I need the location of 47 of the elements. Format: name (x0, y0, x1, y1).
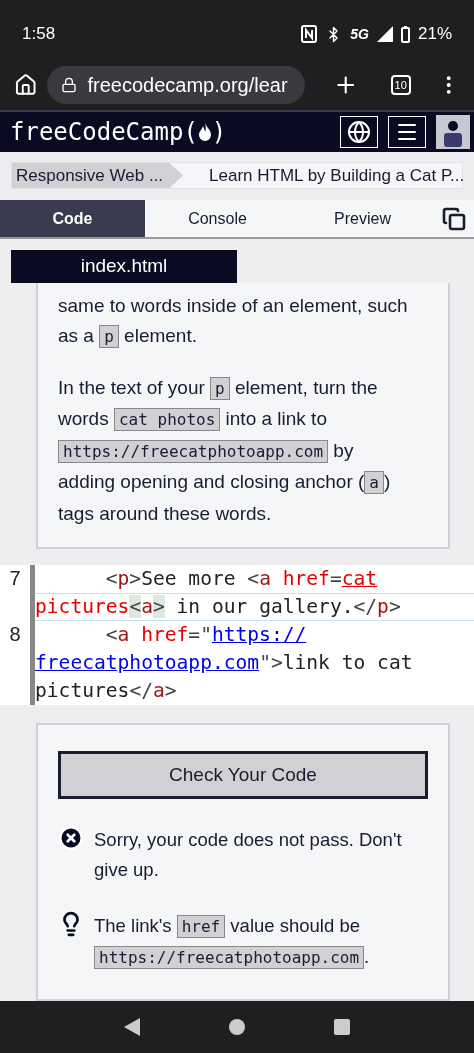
file-tab[interactable]: index.html (11, 250, 237, 283)
code-line: <p>See more <a href=cat (104, 566, 379, 592)
windows-icon[interactable] (442, 206, 466, 231)
address-bar[interactable]: freecodecamp.org/lear (47, 66, 306, 104)
inline-code: https://freecatphotoapp.com (58, 439, 329, 463)
logo-paren: ( (183, 118, 198, 146)
feedback-text: The link's href value should be https://freecatphotoapp.com . (94, 914, 371, 971)
line-number: 8 (8, 622, 22, 647)
tab[interactable]: Code (0, 200, 145, 237)
back-icon[interactable] (124, 1018, 141, 1036)
breadcrumb-link[interactable]: Learn HTML by Building a Cat P... (183, 163, 473, 188)
instruction-text: same to words inside of an element, such as a p element. (58, 293, 409, 350)
breadcrumb-link[interactable]: Responsive Web ... (12, 163, 184, 188)
code-line: pictures<a> in our gallery.</p> (35, 593, 474, 621)
logo-text: freeCodeCamp (10, 118, 184, 146)
feedback-text: Sorry, your code does not pass. Don't give up. (94, 828, 403, 882)
home-icon[interactable] (229, 1019, 245, 1035)
instruction-text: In the text of your p element, turn the words cat photos into a link to https://freecatphotoapp.com by adding opening and closing anchor ( a ) tags around these words. (58, 375, 392, 526)
inline-code: https://freecatphotoapp.com (94, 946, 365, 969)
line-number: 7 (8, 566, 22, 591)
signal-icon (376, 26, 393, 42)
language-button[interactable] (340, 116, 378, 148)
menu-button[interactable] (388, 116, 426, 148)
code-editor[interactable]: 7 <p>See more <a href=cat pictures<a> in our gallery.</p> 8 <a href="https:// freecatphotoapp.com">link to cat pictures</a> (0, 565, 474, 705)
code-line: <a href="https:// (104, 622, 308, 648)
battery-level: 21% (417, 24, 452, 44)
battery-icon (400, 25, 410, 43)
inline-code: p (99, 325, 119, 348)
flame-icon (197, 123, 212, 141)
globe-icon (347, 120, 371, 144)
tab-count[interactable]: 10 (390, 75, 411, 95)
code-line: pictures</a> (35, 678, 178, 704)
code-line: freecatphotoapp.com">link to cat (35, 650, 414, 676)
recents-icon[interactable] (333, 1019, 350, 1035)
inline-code: href (176, 915, 226, 938)
lock-icon (61, 77, 78, 93)
error-icon (58, 825, 84, 851)
inline-code: p (210, 376, 230, 400)
network-type: 5G (350, 26, 369, 42)
check-code-button[interactable]: Check Your Code (58, 751, 428, 799)
inline-code: cat photos (113, 408, 221, 431)
home-icon[interactable] (14, 73, 38, 97)
avatar[interactable] (436, 115, 470, 149)
inline-code: a (364, 471, 384, 494)
clock: 1:58 (22, 24, 56, 44)
logo-paren: ) (211, 118, 227, 146)
nfc-icon (301, 25, 318, 43)
